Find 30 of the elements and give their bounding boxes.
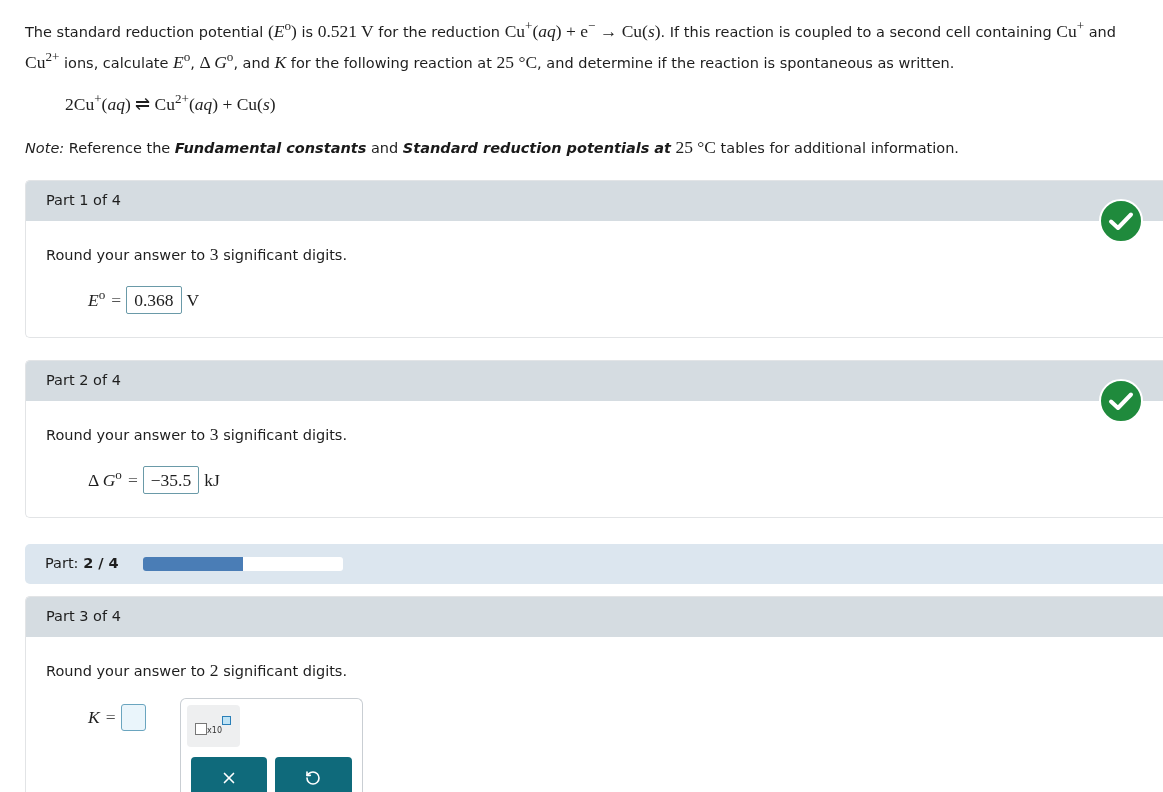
answer-field[interactable]: 0.368: [126, 286, 182, 314]
clear-button[interactable]: [190, 757, 268, 792]
problem-text: The standard reduction potential (E$^{o}$) is 0.521 V for the reduction Cu$^{+}$(aq) + e$^{−}$ → Cu(s). If this reaction is coupled to a second cell containing Cu$^{+}$ and Cu$^{2+}$ ions, calculate E$^{o}$, Δ G$^{o}$, and K for the following reaction at 25 °C, and determine if the reaction is spontaneous as written.: [25, 17, 1117, 74]
undo-icon: [305, 770, 322, 786]
equals-sign: =: [127, 468, 138, 492]
instruction-text: Round your answer to 3 significant digits.: [46, 243, 348, 266]
equals-sign: =: [105, 705, 116, 729]
base-square-icon: [195, 723, 208, 735]
unit-label: V: [186, 288, 200, 312]
instruction-text: Round your answer to 3 significant digits.: [46, 423, 348, 446]
exponent-template-button[interactable]: x10: [186, 705, 240, 747]
variable-label: K: [88, 705, 100, 729]
part-title: Part 2 of 4: [46, 371, 121, 391]
equals-sign: =: [111, 288, 122, 312]
exponent-square-icon: [222, 716, 231, 725]
undo-button[interactable]: [275, 757, 352, 792]
equation-text: 2Cu$^{+}$(aq) ⇌ Cu$^{2+}$(aq) + Cu(s): [65, 90, 277, 116]
answer-field[interactable]: −35.5: [142, 466, 200, 494]
part-title: Part 1 of 4: [46, 191, 121, 211]
unit-label: kJ: [204, 468, 220, 492]
progress-label: Part: 2 / 4: [45, 554, 119, 574]
answer-field[interactable]: [120, 703, 146, 731]
reference-link[interactable]: Standard reduction potentials at: [402, 140, 672, 156]
variable-label: Δ G$^{o}$: [88, 466, 122, 492]
part-title: Part 3 of 4: [46, 607, 121, 627]
reference-link[interactable]: Fundamental constants: [174, 140, 367, 156]
instruction-text: Round your answer to 2 significant digits.: [46, 659, 348, 682]
note-text: Note: Reference the Fundamental constants and Standard reduction potentials at 25 °C tables for additional information.: [25, 136, 960, 159]
template-label: x10: [207, 726, 222, 735]
variable-label: E$^{o}$: [88, 286, 106, 312]
